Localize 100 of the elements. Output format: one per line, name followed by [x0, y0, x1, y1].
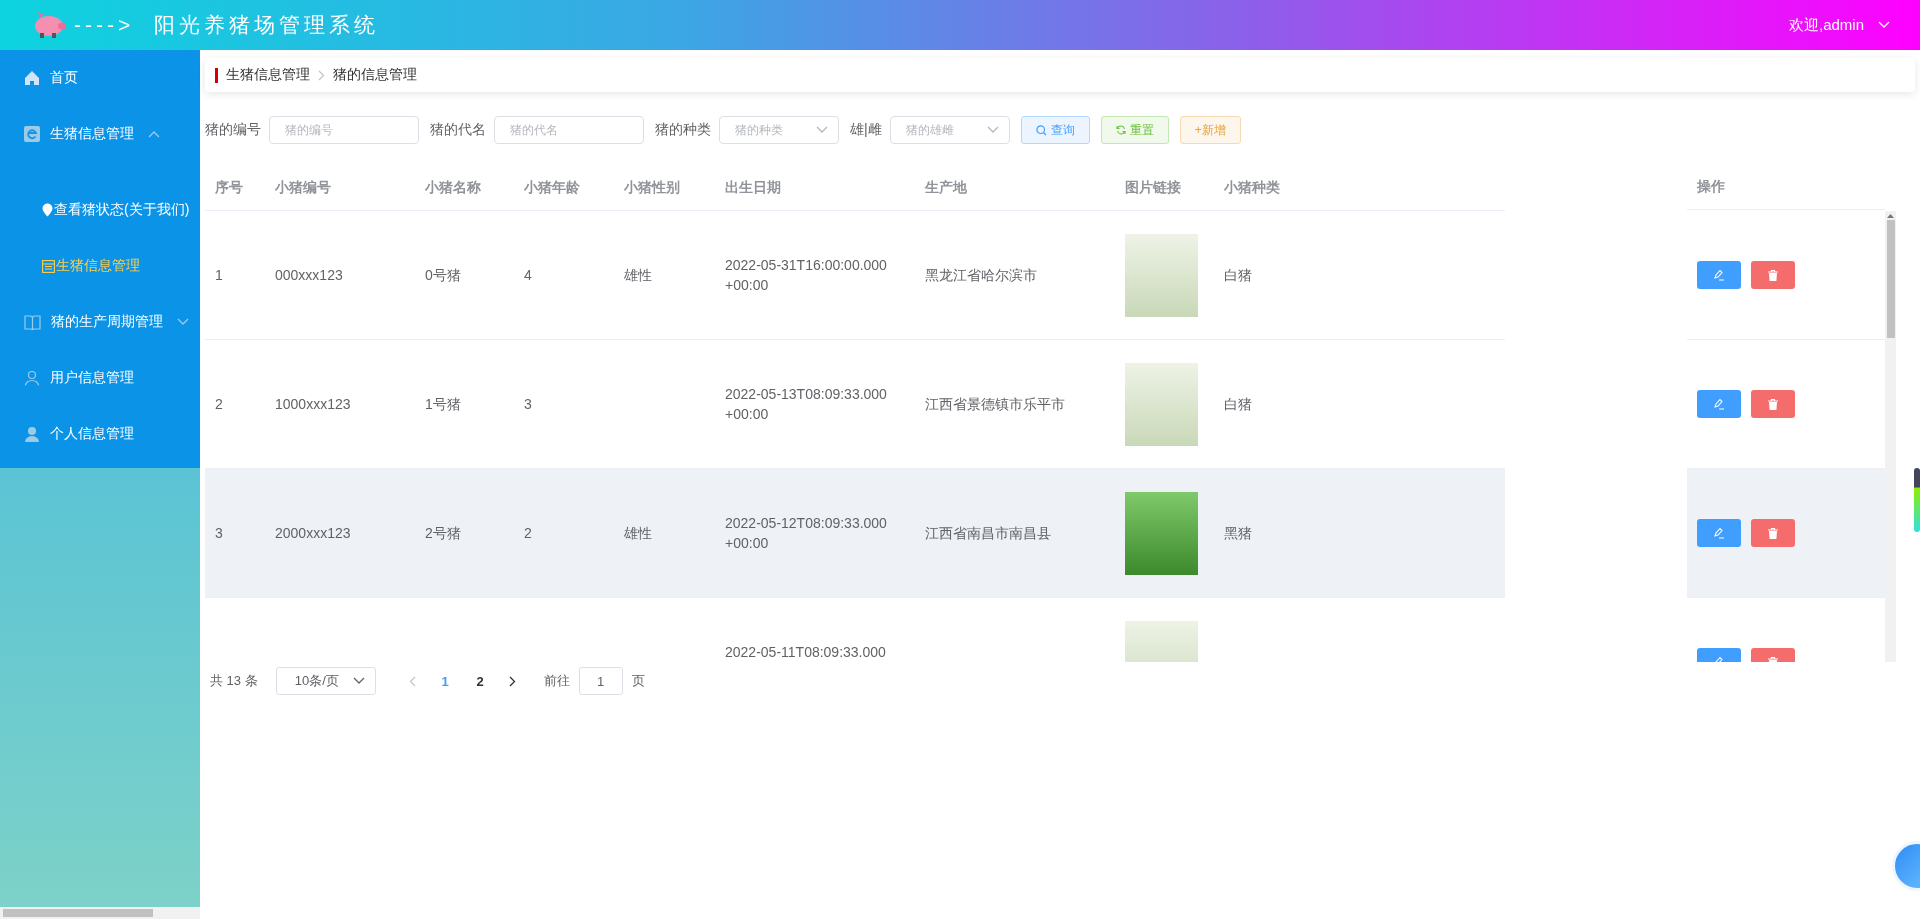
- text-field[interactable]: 猪的代名: [494, 116, 644, 144]
- column-header: 小猪编号: [274, 177, 332, 197]
- chevron-right-icon: [509, 675, 517, 687]
- table-cell-text: 2号猪: [425, 524, 461, 543]
- date-cell-text: 2022-05-11T08:09:33.000: [725, 643, 886, 662]
- edit-button[interactable]: [1697, 519, 1741, 547]
- chevron-down-icon: [816, 126, 828, 134]
- breadcrumb-item: 猪的信息管理: [333, 66, 417, 84]
- sidebar-item[interactable]: 生猪信息管理: [0, 106, 200, 162]
- date-cell-text: 2022-05-13T08:09:33.000 +00:00: [725, 385, 887, 424]
- app-title: ----> 阳光养猪场管理系统: [74, 12, 379, 38]
- page-number[interactable]: 1: [427, 673, 463, 689]
- column-header: 小猪性别: [623, 177, 681, 197]
- trash-icon: [1768, 398, 1778, 410]
- edit-button[interactable]: [1697, 390, 1741, 418]
- horizontal-scrollbar[interactable]: [0, 907, 200, 919]
- table-cell-text: 000xxx123: [275, 266, 343, 285]
- table-cell-text: 1号猪: [425, 395, 461, 414]
- select-field[interactable]: 猪的雄雌: [889, 116, 1010, 144]
- delete-button[interactable]: [1751, 261, 1795, 289]
- page-input[interactable]: 1: [578, 667, 623, 695]
- chevron-down-icon: [177, 318, 189, 326]
- table-cell-text: 雄性: [624, 266, 652, 285]
- search-button[interactable]: 查询: [1020, 116, 1090, 144]
- table-cell-text: 江西省南昌市南昌县: [925, 524, 1051, 543]
- form-icon: [42, 259, 55, 273]
- sidebar-item[interactable]: 个人信息管理: [0, 406, 200, 462]
- goto-label: 前往: [543, 672, 570, 690]
- column-header: 生产地: [924, 177, 968, 197]
- sidebar-subitem[interactable]: 查看猪状态(关于我们): [0, 182, 200, 238]
- table-cell-text: 1000xxx123: [275, 395, 351, 414]
- trash-icon: [1768, 527, 1778, 539]
- chevron-up-icon: [148, 130, 160, 138]
- person-icon: [24, 426, 40, 442]
- table-cell-text: 3: [524, 395, 532, 414]
- table-cell-text: 江西省景德镇市乐平市: [925, 395, 1065, 414]
- filter-label: 猪的代名: [430, 121, 486, 139]
- table-row[interactable]: 3 2000xxx123 2号猪 2 雄性 2022-05-12T08:09:33.000 +00:00 江西省南昌市南昌县 黑猪: [205, 469, 1505, 598]
- user-menu[interactable]: 欢迎,admin: [1788, 15, 1890, 35]
- scroll-thumb[interactable]: [3, 909, 153, 917]
- sidebar-item[interactable]: 猪的生产周期管理: [0, 294, 200, 350]
- table-cell-text: 2: [524, 524, 532, 543]
- table-row[interactable]: 1 000xxx123 0号猪 4 雄性 2022-05-31T16:00:00.000 +00:00 黑龙江省哈尔滨市 白猪: [205, 211, 1505, 340]
- add-button[interactable]: +新增: [1179, 116, 1241, 144]
- vertical-scrollbar[interactable]: [1885, 211, 1896, 662]
- filter-label: 雄|雌: [850, 121, 882, 139]
- scroll-up-icon[interactable]: [1887, 213, 1894, 218]
- column-header: 图片链接: [1124, 177, 1182, 197]
- pencil-icon: [1713, 269, 1725, 281]
- scroll-thumb[interactable]: [1886, 220, 1895, 338]
- text-field[interactable]: 猪的编号: [269, 116, 419, 144]
- table-cell-text: 1: [215, 266, 223, 285]
- table-cell-text: 2000xxx123: [275, 524, 351, 543]
- sidebar-item[interactable]: 用户信息管理: [0, 350, 200, 406]
- column-header: 序号: [214, 177, 244, 197]
- column-header: 小猪名称: [424, 177, 482, 197]
- user-icon: [24, 370, 40, 386]
- pencil-icon: [1713, 527, 1725, 539]
- delete-button[interactable]: [1751, 390, 1795, 418]
- filter-label: 猪的种类: [655, 121, 711, 139]
- reset-button[interactable]: 重置: [1100, 116, 1169, 144]
- delete-button[interactable]: [1751, 519, 1795, 547]
- chevron-down-icon: [1878, 21, 1890, 29]
- e-logo-icon: [24, 126, 40, 142]
- table-cell-text: 白猪: [1224, 395, 1252, 414]
- table-cell-text: 雄性: [624, 524, 652, 543]
- table-cell-text: 黑猪: [1224, 524, 1252, 543]
- book-icon: [24, 314, 41, 330]
- side-indicator: [1914, 468, 1920, 532]
- date-cell-text: 2022-05-31T16:00:00.000 +00:00: [725, 256, 887, 295]
- pencil-icon: [1713, 398, 1725, 410]
- sidebar-item[interactable]: 首页: [0, 50, 200, 106]
- table-cell-text: 2: [215, 395, 223, 414]
- page-size-select[interactable]: 10条/页: [275, 667, 376, 695]
- sidebar-subitem[interactable]: 生猪信息管理: [0, 238, 200, 294]
- chevron-down-icon: [352, 677, 365, 685]
- chevron-down-icon: [986, 126, 999, 134]
- refresh-icon: [1115, 125, 1126, 135]
- home-icon: [24, 70, 40, 86]
- table-cell-text: 4: [524, 266, 532, 285]
- edit-button[interactable]: [1697, 261, 1741, 289]
- total-count: 共 13 条: [210, 672, 258, 690]
- breadcrumb-item[interactable]: 生猪信息管理: [226, 66, 310, 84]
- table-cell-text: 白猪: [1224, 266, 1252, 285]
- page-number[interactable]: 2: [462, 673, 498, 689]
- table-cell-text: 0号猪: [425, 266, 461, 285]
- search-icon: [1035, 124, 1047, 136]
- date-cell-text: 2022-05-12T08:09:33.000 +00:00: [725, 514, 887, 553]
- page-suffix: 页: [631, 672, 645, 690]
- trash-icon: [1768, 269, 1778, 281]
- chevron-right-icon: [318, 69, 325, 81]
- pig-icon: [32, 11, 66, 39]
- column-header: 出生日期: [724, 177, 782, 197]
- column-header: 小猪年龄: [523, 177, 581, 197]
- table-cell-text: 3: [215, 524, 223, 543]
- filter-label: 猪的编号: [205, 121, 261, 139]
- column-header: 操作: [1697, 177, 1725, 196]
- select-field[interactable]: 猪的种类: [719, 116, 839, 144]
- chevron-left-icon: [409, 675, 417, 687]
- table-cell-text: 黑龙江省哈尔滨市: [925, 266, 1037, 285]
